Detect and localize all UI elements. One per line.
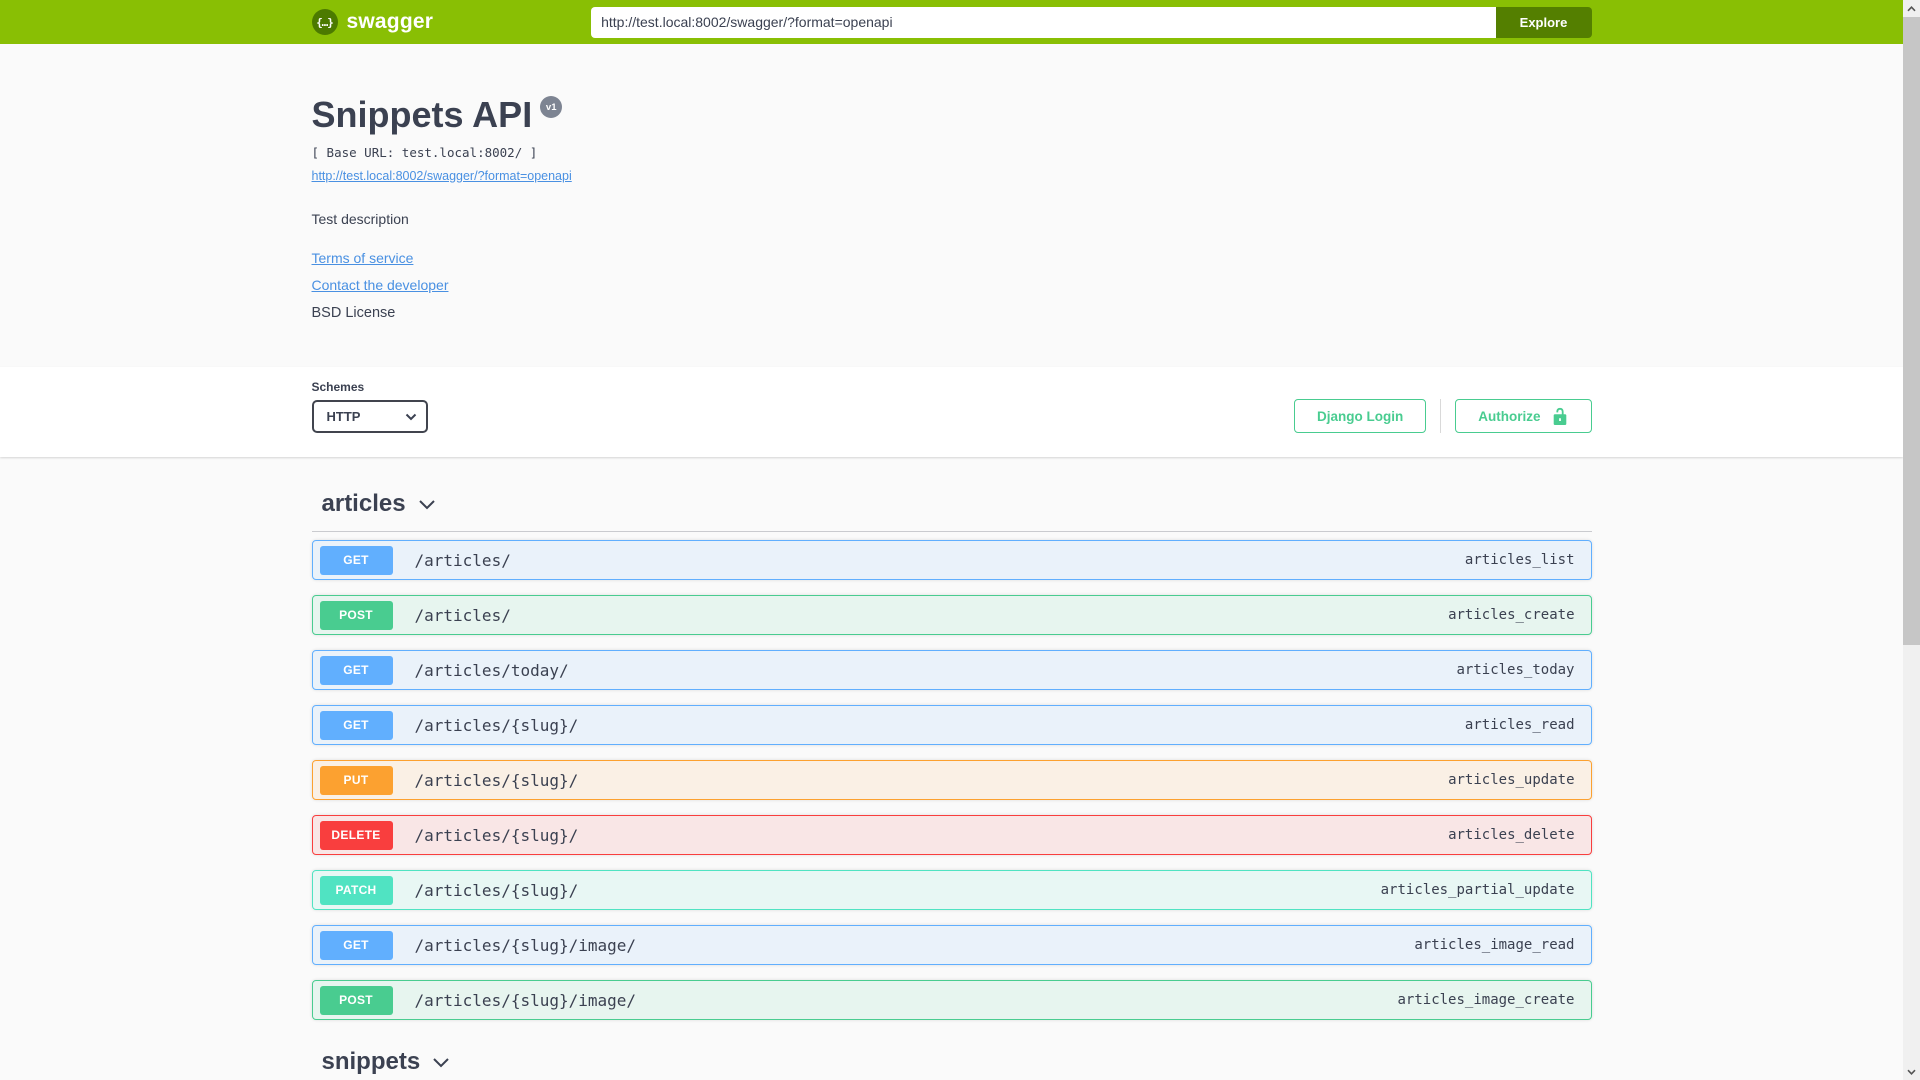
topbar: {…} swagger Explore bbox=[0, 0, 1903, 44]
api-info-section: Snippets API v1 [ Base URL: test.local:8… bbox=[0, 44, 1903, 367]
spec-url-input[interactable] bbox=[591, 6, 1496, 38]
method-badge: POST bbox=[319, 985, 393, 1015]
operation-row[interactable]: GET /articles/ articles_list bbox=[311, 540, 1592, 580]
operation-path: /articles/{slug}/ bbox=[414, 770, 579, 790]
schemes-label: Schemes bbox=[311, 380, 365, 394]
operations-list: GET /articles/ articles_list POST /artic… bbox=[311, 532, 1592, 1020]
operation-row[interactable]: GET /articles/{slug}/ articles_read bbox=[311, 705, 1592, 745]
operation-path: /articles/{slug}/ bbox=[414, 715, 579, 735]
scheme-container: Schemes HTTP Django Login Authorize bbox=[0, 367, 1903, 457]
tag-name: snippets bbox=[321, 1048, 421, 1075]
method-badge: GET bbox=[319, 655, 393, 685]
method-badge: GET bbox=[319, 710, 393, 740]
method-badge: DELETE bbox=[319, 820, 393, 850]
swagger-logo-icon: {…} bbox=[311, 9, 338, 35]
operation-row[interactable]: DELETE /articles/{slug}/ articles_delete bbox=[311, 815, 1592, 855]
operation-id: articles_delete bbox=[1448, 827, 1575, 843]
api-sections: articles GET /articles/ articles_list PO… bbox=[311, 457, 1592, 1080]
method-badge: GET bbox=[319, 930, 393, 960]
tag-header[interactable]: articles bbox=[311, 490, 1592, 532]
page-scrollbar[interactable] bbox=[1903, 0, 1920, 1080]
operation-row[interactable]: POST /articles/ articles_create bbox=[311, 595, 1592, 635]
brand-title: swagger bbox=[346, 10, 434, 33]
base-url: [ Base URL: test.local:8002/ ] bbox=[311, 145, 538, 160]
operation-row[interactable]: GET /articles/today/ articles_today bbox=[311, 650, 1592, 690]
version-badge: v1 bbox=[540, 96, 563, 118]
auth-divider bbox=[1440, 399, 1442, 433]
operation-path: /articles/today/ bbox=[414, 660, 569, 680]
operation-path: /articles/{slug}/ bbox=[414, 825, 579, 845]
api-tag-section: articles GET /articles/ articles_list PO… bbox=[311, 490, 1592, 1020]
swagger-logo: {…} swagger bbox=[311, 9, 434, 35]
chevron-down-icon bbox=[418, 499, 435, 509]
method-badge: PUT bbox=[319, 765, 393, 795]
method-badge: PATCH bbox=[319, 875, 393, 905]
operation-row[interactable]: GET /articles/{slug}/image/ articles_ima… bbox=[311, 925, 1592, 965]
tag-name: articles bbox=[321, 490, 406, 517]
page-title: Snippets API v1 bbox=[312, 94, 1592, 136]
method-badge: POST bbox=[319, 600, 393, 630]
api-description: Test description bbox=[311, 211, 409, 227]
operation-id: articles_update bbox=[1448, 772, 1575, 788]
schemes-block: Schemes HTTP bbox=[311, 380, 428, 433]
chevron-down-icon bbox=[433, 1057, 449, 1067]
schemes-select[interactable]: HTTP bbox=[311, 400, 428, 433]
scrollbar-down-arrow[interactable] bbox=[1903, 1063, 1920, 1080]
api-tag-section: snippets GET /snippets/ snippets_list bbox=[312, 1048, 1592, 1080]
auth-wrapper: Django Login Authorize bbox=[1294, 399, 1592, 433]
scrollbar-thumb[interactable] bbox=[1903, 17, 1920, 645]
operation-path: /articles/{slug}/image/ bbox=[414, 990, 637, 1010]
operation-id: articles_read bbox=[1464, 717, 1575, 733]
download-url-wrapper: Explore bbox=[591, 6, 1592, 38]
operation-row[interactable]: PATCH /articles/{slug}/ articles_partial… bbox=[311, 870, 1592, 910]
operation-path: /articles/{slug}/ bbox=[414, 880, 579, 900]
operation-row[interactable]: PUT /articles/{slug}/ articles_update bbox=[311, 760, 1592, 800]
tag-header[interactable]: snippets bbox=[312, 1048, 1592, 1080]
page: {…} swagger Explore Snippets API v1 [ Ba… bbox=[0, 0, 1903, 1080]
contact-developer-link[interactable]: Contact the developer bbox=[312, 277, 449, 293]
chevron-up-icon bbox=[1907, 5, 1916, 11]
operation-id: articles_partial_update bbox=[1380, 882, 1575, 898]
unlock-icon bbox=[1553, 407, 1566, 425]
operation-path: /articles/ bbox=[414, 605, 511, 625]
authorize-label: Authorize bbox=[1478, 408, 1541, 424]
authorize-button[interactable]: Authorize bbox=[1455, 399, 1592, 433]
operation-id: articles_create bbox=[1448, 607, 1575, 623]
license-text: BSD License bbox=[311, 305, 396, 321]
operation-row[interactable]: POST /articles/{slug}/image/ articles_im… bbox=[311, 980, 1592, 1020]
operation-id: articles_today bbox=[1456, 662, 1575, 678]
scrollbar-up-arrow[interactable] bbox=[1903, 0, 1920, 17]
operation-path: /articles/{slug}/image/ bbox=[414, 935, 637, 955]
operation-path: /articles/ bbox=[414, 550, 511, 570]
spec-link[interactable]: http://test.local:8002/swagger/?format=o… bbox=[312, 169, 572, 183]
method-badge: GET bbox=[319, 545, 393, 575]
operation-id: articles_image_create bbox=[1397, 992, 1575, 1008]
terms-of-service-link[interactable]: Terms of service bbox=[312, 250, 414, 266]
chevron-down-icon bbox=[1907, 1069, 1916, 1075]
api-title-text: Snippets API bbox=[311, 94, 533, 135]
django-login-button[interactable]: Django Login bbox=[1294, 399, 1427, 433]
explore-button[interactable]: Explore bbox=[1495, 6, 1592, 38]
django-login-label: Django Login bbox=[1317, 408, 1404, 424]
operation-id: articles_image_read bbox=[1414, 937, 1575, 953]
operation-id: articles_list bbox=[1464, 552, 1575, 568]
